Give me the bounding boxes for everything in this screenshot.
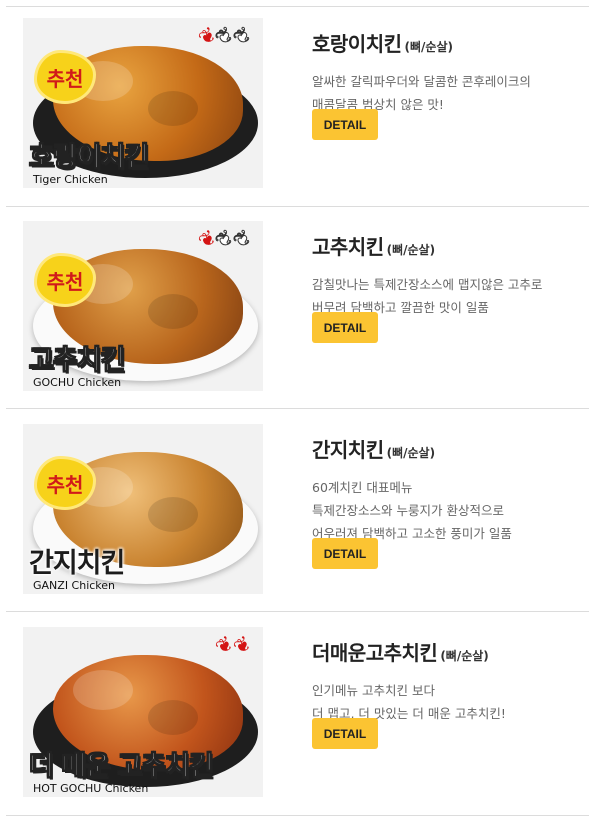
menu-item-ganzi-chicken: 추천 간지치킨 GANZI Chicken 간지치킨 (뼈/순살) 60계치킨 대…: [0, 424, 589, 624]
menu-name: 간지치킨: [312, 438, 384, 462]
menu-title: 더매운고추치킨 (뼈/순살): [312, 637, 489, 666]
item-divider: [6, 611, 589, 612]
menu-title: 간지치킨 (뼈/순살): [312, 434, 435, 463]
menu-name: 더매운고추치킨: [312, 641, 438, 665]
detail-button[interactable]: DETAIL: [312, 718, 378, 749]
menu-photo[interactable]: 추천 간지치킨 GANZI Chicken: [23, 424, 263, 594]
menu-title: 고추치킨 (뼈/순살): [312, 231, 435, 260]
menu-option: (뼈/순살): [386, 243, 436, 257]
detail-button[interactable]: DETAIL: [312, 109, 378, 140]
menu-photo[interactable]: 추천 ❦ ❦ ❦ 고추치킨 GOCHU Chicken: [23, 221, 263, 391]
menu-name: 호랑이치킨: [312, 32, 402, 56]
chili-pepper-icon: ❦: [228, 630, 257, 660]
spice-level: ❦ ❦ ❦: [193, 224, 257, 254]
description-line: 알싸한 갈릭파우더와 달콤한 콘후레이크의: [312, 74, 531, 89]
description-line: 감칠맛나는 특제간장소스에 맵지않은 고추로: [312, 277, 543, 292]
spice-level: ❦ ❦: [211, 630, 256, 659]
photo-subtitle: GOCHU Chicken: [33, 376, 122, 389]
menu-option: (뼈/순살): [386, 446, 436, 460]
menu-photo[interactable]: 추천 ❦ ❦ ❦ 호랑이치킨 Tiger Chicken: [23, 18, 263, 188]
menu-item-gochu-chicken: 추천 ❦ ❦ ❦ 고추치킨 GOCHU Chicken 고추치킨 (뼈/순살) 감…: [0, 221, 589, 421]
menu-item-tiger-chicken: 추천 ❦ ❦ ❦ 호랑이치킨 Tiger Chicken 호랑이치킨 (뼈/순살)…: [0, 18, 589, 218]
detail-button[interactable]: DETAIL: [312, 312, 378, 343]
photo-title: 더 매운 고추치킨: [29, 751, 215, 783]
photo-subtitle: HOT GOCHU Chicken: [33, 782, 149, 795]
menu-option: (뼈/순살): [440, 649, 489, 663]
item-divider: [6, 408, 589, 409]
photo-title: 간지치킨: [29, 548, 125, 579]
photo-title: 호랑이치킨: [28, 142, 149, 174]
photo-title: 고추치킨: [28, 345, 125, 377]
description-line: 인기메뉴 고추치킨 보다: [312, 683, 435, 698]
menu-name: 고추치킨: [312, 235, 384, 259]
menu-item-hot-gochu-chicken: ❦ ❦ 더 매운 고추치킨 HOT GOCHU Chicken 더매운고추치킨(…: [0, 627, 589, 818]
photo-subtitle: GANZI Chicken: [33, 579, 116, 592]
menu-description: 60계치킨 대표메뉴 특제간장소스와 누룽지가 환상적으로 어우러져 담백하고 …: [312, 476, 512, 545]
top-divider: [6, 6, 589, 7]
menu-photo[interactable]: ❦ ❦ 더 매운 고추치킨 HOT GOCHU Chicken: [23, 627, 263, 797]
detail-button[interactable]: DETAIL: [312, 538, 378, 569]
description-line: 특제간장소스와 누룽지가 환상적으로: [312, 503, 504, 518]
photo-subtitle: Tiger Chicken: [33, 173, 108, 186]
bottom-divider: [6, 815, 589, 816]
description-line: 60계치킨 대표메뉴: [312, 480, 413, 495]
spice-level: ❦ ❦ ❦: [193, 21, 257, 51]
item-divider: [6, 206, 589, 207]
chili-pepper-icon: ❦: [228, 21, 257, 51]
menu-option: (뼈/순살): [404, 40, 453, 54]
chili-pepper-icon: ❦: [228, 224, 257, 254]
menu-title: 호랑이치킨 (뼈/순살): [312, 28, 453, 57]
